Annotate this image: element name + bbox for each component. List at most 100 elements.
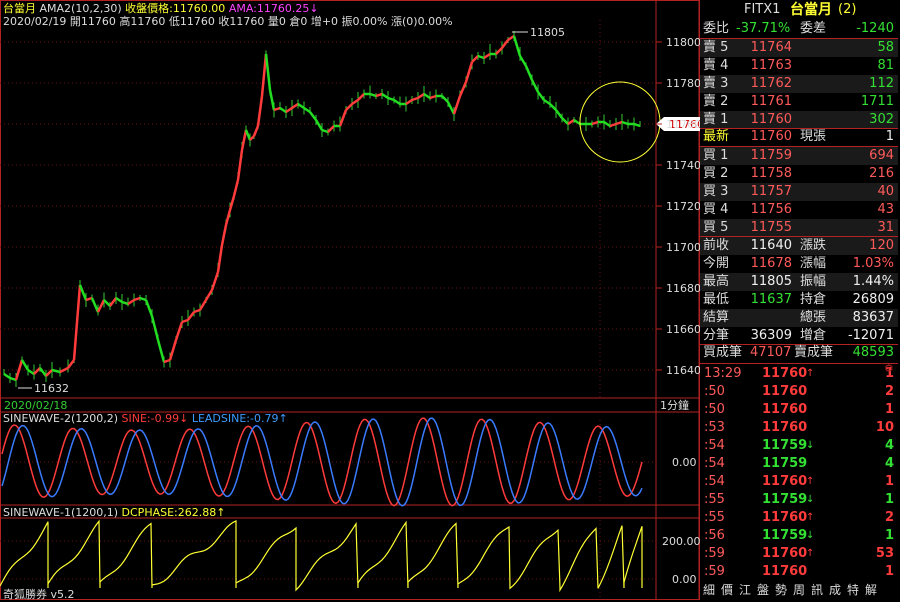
tick-row[interactable]: :54 11760 ↑ 1 <box>700 473 898 491</box>
ama-segment <box>256 95 264 127</box>
stat-value: 1.44% <box>852 274 894 289</box>
last-label: 最新 <box>703 129 730 144</box>
panel-tab[interactable]: 價 <box>718 580 736 600</box>
bid-row[interactable]: 買 1 11759 694 <box>700 147 898 165</box>
row-label: 賣 1 <box>703 112 729 127</box>
tick-row[interactable]: :56 11759 ↓ 1 <box>700 527 898 545</box>
ama-segment <box>285 106 293 114</box>
tick-price: 11760 <box>762 366 808 381</box>
bid-row[interactable]: 買 5 11755 31 <box>700 219 898 237</box>
ask-row[interactable]: 賣 2 11761 1711 <box>700 93 898 111</box>
tick-row[interactable]: :53 11760 10 <box>700 419 898 437</box>
tick-row[interactable]: 13:29 11760 ↑ 1 <box>700 365 898 383</box>
panel-tab[interactable]: 細 <box>700 580 718 600</box>
ama-segment <box>452 95 462 115</box>
ama-segment <box>224 209 232 226</box>
stat-row: 今開 11678 漲幅 1.03% <box>700 255 898 273</box>
tick-price: 11760 <box>762 384 808 399</box>
tick-price: 11759 <box>762 492 808 507</box>
ama-segment <box>441 95 449 103</box>
ama-segment <box>150 315 160 341</box>
ama-segment <box>20 359 30 371</box>
row-label: 賣 2 <box>703 94 729 109</box>
panel-tab[interactable]: 成 <box>826 580 844 600</box>
row-label: 買 3 <box>703 184 729 199</box>
ama-segment <box>121 300 129 306</box>
ama-segment <box>220 224 228 246</box>
ama-segment <box>216 244 224 273</box>
ama-segment <box>163 358 171 364</box>
ask-row[interactable]: 賣 3 11762 112 <box>700 75 898 93</box>
panel-tab[interactable]: 盤 <box>754 580 772 600</box>
cur-label: 現張 <box>800 129 827 144</box>
ama-segment <box>464 61 474 83</box>
panel-tab[interactable]: 江 <box>736 580 754 600</box>
ama-segment <box>260 53 268 97</box>
ama-segment <box>429 94 437 100</box>
tick-arrow: ↓ <box>806 530 815 541</box>
low-label: 11632 <box>34 382 69 395</box>
tick-time: :54 <box>704 456 725 471</box>
tick-row[interactable]: :59 11760 1 <box>700 563 898 581</box>
ama-segment <box>232 179 240 197</box>
last-row: 最新 11760 現張 1 <box>700 128 898 146</box>
settings-icon[interactable]: ⚙ <box>884 362 896 376</box>
ama-segment <box>591 120 599 126</box>
tick-time: :55 <box>704 510 725 525</box>
ratio-label: 委比 <box>703 21 730 36</box>
panel-tab[interactable]: 特 <box>844 580 862 600</box>
ama-segment <box>27 368 35 376</box>
bid-row[interactable]: 買 2 11758 216 <box>700 165 898 183</box>
tick-row[interactable]: :50 11760 2 <box>700 383 898 401</box>
stat-value: 11637 <box>750 292 792 307</box>
y-tick-label: 11640 <box>666 364 701 377</box>
panel-tab[interactable]: 訊 <box>808 580 826 600</box>
ask-row[interactable]: 賣 5 11764 58 <box>700 39 898 57</box>
ama-segment <box>204 289 214 301</box>
tick-row[interactable]: :55 11760 ↑ 2 <box>700 509 898 527</box>
bid-row[interactable]: 買 3 11757 40 <box>700 183 898 201</box>
ama-segment <box>327 125 335 133</box>
tick-arrow: ↓ <box>806 440 815 451</box>
sine1-y-tick-0: 0.00 <box>672 573 697 586</box>
row-price: 11759 <box>750 148 792 163</box>
sine1-y-tick-200: 200.00 <box>662 535 701 548</box>
tick-row[interactable]: :55 11759 ↓ 1 <box>700 491 898 509</box>
ama-segment <box>446 101 456 115</box>
tick-row[interactable]: :54 11759 ↓ 4 <box>700 437 898 455</box>
row-label: 買 1 <box>703 148 729 163</box>
tick-row[interactable]: :54 11759 4 <box>700 455 898 473</box>
row-vol: 43 <box>877 202 894 217</box>
bid-row[interactable]: 買 4 11756 43 <box>700 201 898 219</box>
stat-row: 結算 總張 83637 <box>700 309 898 327</box>
ask-row[interactable]: 賣 4 11763 81 <box>700 57 898 75</box>
panel-tab[interactable]: 周 <box>790 580 808 600</box>
ask-row[interactable]: 賣 1 11760 302 <box>700 111 898 129</box>
ama-segment <box>193 308 201 314</box>
ama-segment <box>187 311 195 321</box>
row-vol: 216 <box>869 166 894 181</box>
ama-segment <box>495 47 503 55</box>
tick-price: 11760 <box>762 420 808 435</box>
sine-value: SINE:-0.99 <box>121 412 180 425</box>
tick-row[interactable]: :50 11760 1 <box>700 401 898 419</box>
sine2-title: SINEWAVE-2(1200,2) <box>3 412 119 425</box>
ama-segment <box>236 149 244 181</box>
panel-name: 台當月 <box>790 2 832 18</box>
row-vol: 302 <box>869 112 894 127</box>
stat-label: 漲幅 <box>800 256 827 271</box>
panel-tab[interactable]: 解 <box>862 580 880 600</box>
ama-segment <box>411 96 419 102</box>
cur-vol: 1 <box>885 129 894 144</box>
row-price: 11764 <box>750 40 792 55</box>
ama-segment <box>501 39 509 49</box>
stat-value: 83637 <box>852 310 894 325</box>
sine-arrow: ↓ <box>179 412 189 425</box>
panel-tab[interactable]: 勢 <box>772 580 790 600</box>
ama-segment <box>375 92 383 98</box>
stat-row: 最低 11637 持倉 26809 <box>700 291 898 309</box>
main-y-axis: 11800 11780 11760 11740 11720 11700 11680 11660… <box>656 36 701 377</box>
interval-label[interactable]: 1分鐘 <box>660 398 689 412</box>
tick-row[interactable]: :59 11760 ↑ 53 <box>700 545 898 563</box>
y-tick-label: 11780 <box>666 77 701 90</box>
